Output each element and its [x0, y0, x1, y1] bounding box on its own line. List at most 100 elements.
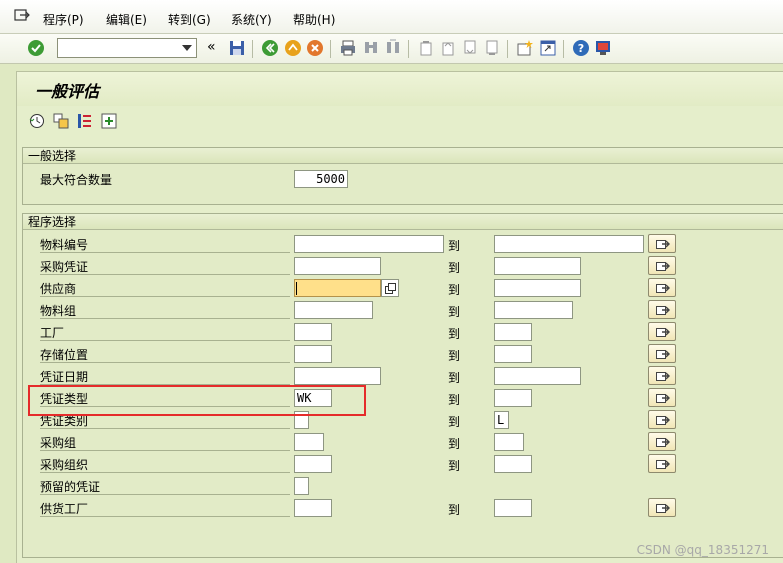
vendor-to[interactable] [494, 279, 581, 297]
cancel-icon[interactable] [306, 39, 324, 57]
document-type-to[interactable] [494, 389, 532, 407]
purchasing-organization-to[interactable] [494, 455, 532, 473]
supplying-plant-to[interactable] [494, 499, 532, 517]
multiple-selection-button[interactable] [648, 388, 676, 407]
search-help-icon [385, 283, 396, 294]
menu-goto[interactable]: 转到(G) [168, 11, 211, 28]
first-page-icon[interactable] [417, 39, 435, 57]
multiple-selection-button[interactable] [648, 234, 676, 253]
selection-options-icon[interactable] [77, 113, 93, 129]
search-help-button[interactable] [381, 279, 399, 297]
multiple-selection-icon [656, 240, 670, 249]
text-cursor [296, 282, 297, 295]
toolbar-separator [252, 40, 253, 58]
document-type-from[interactable]: WK [294, 389, 332, 407]
menu-help[interactable]: 帮助(H) [293, 11, 335, 28]
multiple-selection-button[interactable] [648, 432, 676, 451]
purchasing-group-to[interactable] [494, 433, 524, 451]
multiple-selection-button[interactable] [648, 300, 676, 319]
material-group-to[interactable] [494, 301, 573, 319]
find-icon[interactable] [362, 39, 380, 57]
multiple-selection-button[interactable] [648, 498, 676, 517]
menu-system[interactable]: 系统(Y) [231, 11, 272, 28]
exit-icon[interactable] [284, 39, 302, 57]
material-number-from[interactable] [294, 235, 444, 253]
command-collapse-icon[interactable]: « [207, 39, 216, 55]
multiple-selection-button[interactable] [648, 344, 676, 363]
toolbar-separator [408, 40, 409, 58]
to-label: 到 [448, 239, 461, 253]
row-label-plant: 工厂 [40, 325, 290, 341]
next-page-icon[interactable] [461, 39, 479, 57]
get-variant-icon[interactable] [53, 113, 69, 129]
menu-program[interactable]: 程序(P) [43, 11, 84, 28]
multiple-selection-icon [656, 460, 670, 469]
chevron-down-icon[interactable] [182, 45, 192, 51]
to-label: 到 [448, 437, 461, 451]
multiple-selection-icon [656, 372, 670, 381]
to-label: 到 [448, 393, 461, 407]
row-label-document-category: 凭证类别 [40, 413, 290, 429]
multiple-selection-icon [656, 438, 670, 447]
row-label-reserved-documents: 预留的凭证 [40, 479, 290, 495]
multiple-selection-button[interactable] [648, 278, 676, 297]
row-label-storage-location: 存储位置 [40, 347, 290, 363]
material-number-to[interactable] [494, 235, 644, 253]
document-date-from[interactable] [294, 367, 381, 385]
exit-menu-icon[interactable] [14, 9, 30, 23]
row-label-material-group: 物料组 [40, 303, 290, 319]
find-next-icon[interactable] [384, 39, 402, 57]
toolbar-separator [563, 40, 564, 58]
menu-edit[interactable]: 编辑(E) [106, 11, 147, 28]
document-category-from[interactable] [294, 411, 309, 429]
purchasing-document-from[interactable] [294, 257, 381, 275]
storage-location-from[interactable] [294, 345, 332, 363]
dynamic-selections-icon[interactable] [101, 113, 117, 129]
supplying-plant-from[interactable] [294, 499, 332, 517]
multiple-selection-icon [656, 262, 670, 271]
save-icon[interactable] [228, 39, 246, 57]
to-label: 到 [448, 349, 461, 363]
purchasing-document-to[interactable] [494, 257, 581, 275]
group-title: 一般选择 [23, 148, 783, 164]
vendor-from[interactable] [294, 279, 381, 297]
help-icon[interactable]: ? [572, 39, 590, 57]
toolbar-separator [330, 40, 331, 58]
purchasing-group-from[interactable] [294, 433, 324, 451]
command-field[interactable] [57, 38, 197, 58]
multiple-selection-button[interactable] [648, 256, 676, 275]
multiple-selection-button[interactable] [648, 322, 676, 341]
multiple-selection-icon [656, 394, 670, 403]
multiple-selection-button[interactable] [648, 366, 676, 385]
row-label-purchasing-group: 采购组 [40, 435, 290, 451]
print-icon[interactable] [339, 39, 357, 57]
purchasing-organization-from[interactable] [294, 455, 332, 473]
shortcut-icon[interactable] [539, 39, 557, 57]
to-label: 到 [448, 261, 461, 275]
max-hits-field[interactable]: 5000 [294, 170, 348, 188]
reserved-documents-checkbox[interactable] [294, 477, 309, 495]
storage-location-to[interactable] [494, 345, 532, 363]
menu-bar: 程序(P) 编辑(E) 转到(G) 系统(Y) 帮助(H) [0, 0, 783, 34]
standard-toolbar: « ? [0, 34, 783, 64]
to-label: 到 [448, 503, 461, 517]
multiple-selection-button[interactable] [648, 410, 676, 429]
document-category-to[interactable]: L [494, 411, 509, 429]
to-label: 到 [448, 305, 461, 319]
execute-icon[interactable] [29, 113, 45, 129]
enter-icon[interactable] [27, 39, 45, 57]
last-page-icon[interactable] [483, 39, 501, 57]
document-date-to[interactable] [494, 367, 581, 385]
page-title: 一般评估 [35, 82, 100, 101]
customize-layout-icon[interactable] [594, 39, 612, 57]
plant-to[interactable] [494, 323, 532, 341]
back-icon[interactable] [261, 39, 279, 57]
to-label: 到 [448, 459, 461, 473]
to-label: 到 [448, 371, 461, 385]
material-group-from[interactable] [294, 301, 373, 319]
previous-page-icon[interactable] [439, 39, 457, 57]
to-label: 到 [448, 415, 461, 429]
multiple-selection-button[interactable] [648, 454, 676, 473]
new-session-icon[interactable] [516, 39, 534, 57]
plant-from[interactable] [294, 323, 332, 341]
